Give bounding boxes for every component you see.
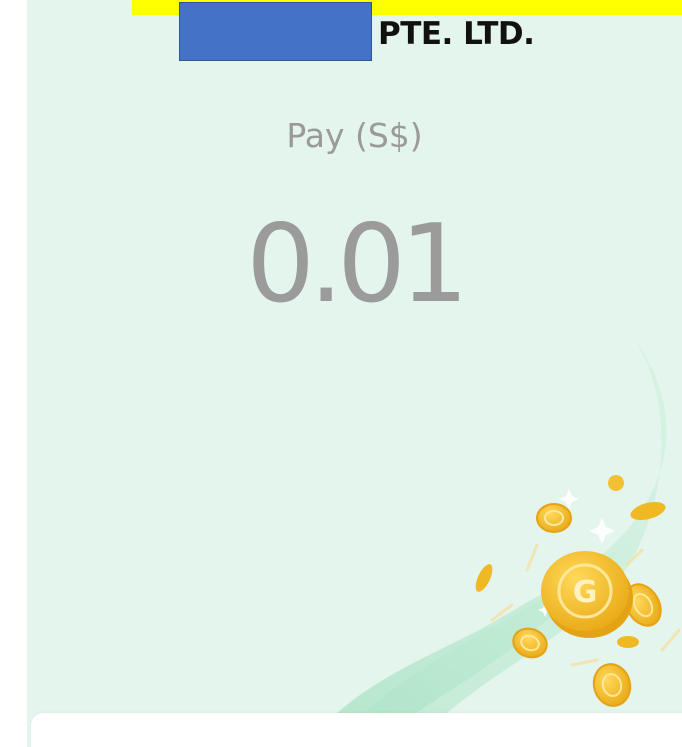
payment-amount: 0.01 [246, 202, 468, 327]
bottom-sheet [31, 713, 682, 747]
merchant-name-suffix: PTE. LTD. [378, 16, 535, 52]
payment-screen: PTE. LTD. Pay (S$) 0.01 G [0, 0, 682, 747]
coins-illustration: G [312, 328, 681, 740]
redacted-merchant-name [179, 2, 372, 61]
coin-letter: G [573, 575, 598, 610]
pay-currency-label: Pay (S$) [286, 116, 423, 155]
